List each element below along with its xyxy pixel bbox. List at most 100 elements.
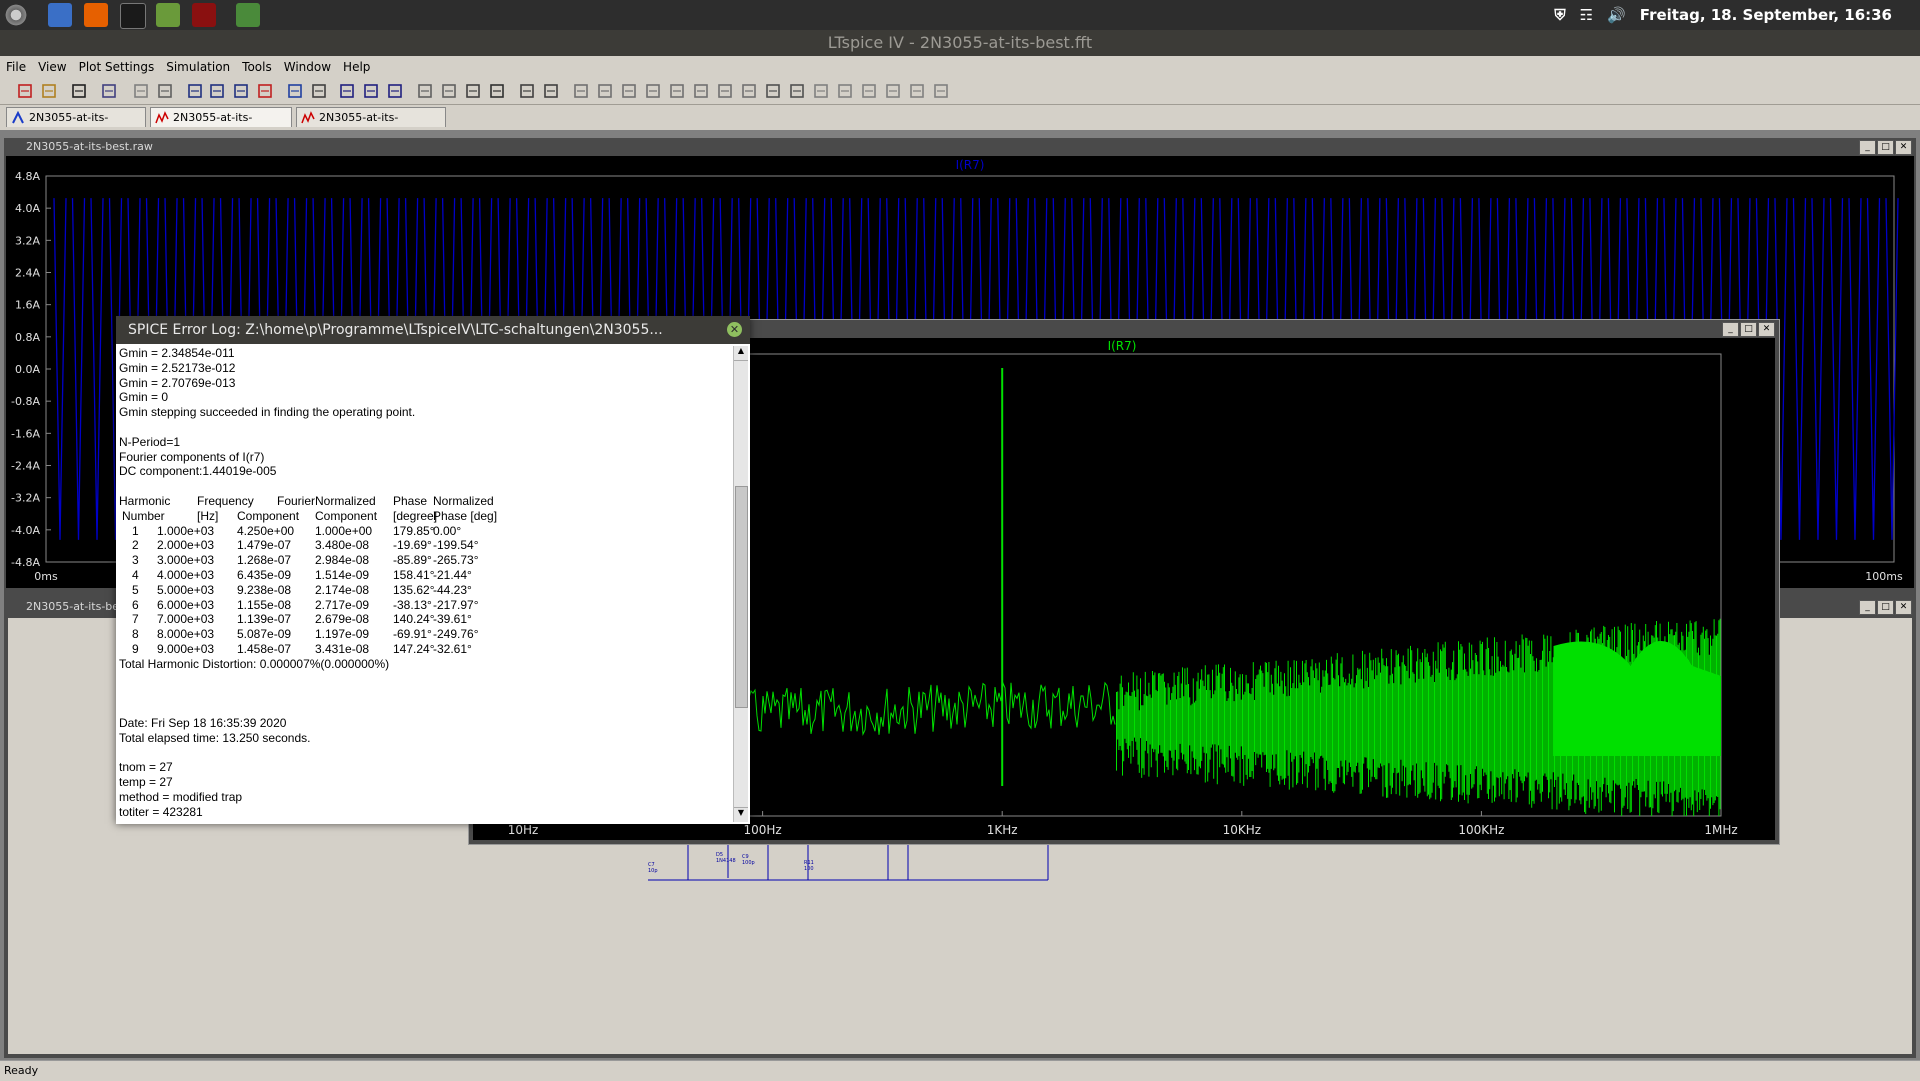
close-button[interactable]: ✕ — [1758, 322, 1775, 337]
firefox-icon[interactable] — [84, 3, 108, 27]
maximize-button[interactable]: □ — [1740, 322, 1757, 337]
tab-raw[interactable]: 2N3055-at-its-best.raw — [296, 107, 446, 144]
ground-icon[interactable] — [596, 82, 614, 100]
save-icon[interactable] — [70, 82, 88, 100]
paste-icon[interactable] — [464, 82, 482, 100]
grid-icon[interactable] — [310, 82, 328, 100]
maximize-button[interactable]: □ — [1877, 140, 1894, 155]
cascade-icon[interactable] — [386, 82, 404, 100]
spreadsheet-icon[interactable] — [236, 3, 260, 27]
harmonic-cell: 9.000e+03 — [157, 641, 215, 656]
shield-icon[interactable]: ⛨ — [1554, 6, 1565, 24]
harmonic-cell: 7.000e+03 — [157, 612, 215, 627]
print-icon[interactable] — [542, 82, 560, 100]
mail-icon[interactable] — [48, 3, 72, 27]
log-line: Date: Fri Sep 18 16:35:39 2020 — [119, 715, 287, 730]
log-line: temp = 27 — [119, 775, 173, 790]
scroll-thumb[interactable] — [735, 486, 748, 708]
header-cell: Number — [122, 508, 165, 523]
tab-fft[interactable]: 2N3055-at-its-best.fft — [150, 107, 292, 144]
x-tick-label: 1KHz — [987, 823, 1018, 837]
tab-asc[interactable]: 2N3055-at-its-best.asc — [6, 107, 146, 144]
control-panel-icon[interactable] — [100, 82, 118, 100]
redo-icon[interactable] — [836, 82, 854, 100]
open-icon[interactable] — [40, 82, 58, 100]
maximize-button[interactable]: □ — [1877, 600, 1894, 615]
close-button[interactable]: ✕ — [1895, 600, 1912, 615]
find-icon[interactable] — [488, 82, 506, 100]
scroll-up-button[interactable]: ▲ — [734, 346, 748, 361]
zoom-in-icon[interactable] — [186, 82, 204, 100]
autorange-icon[interactable] — [286, 82, 304, 100]
wire-icon[interactable] — [572, 82, 590, 100]
run-icon[interactable] — [132, 82, 150, 100]
menu-help[interactable]: Help — [337, 56, 376, 74]
harmonic-cell: 2.679e-08 — [315, 612, 370, 627]
spice-directive-icon[interactable] — [932, 82, 950, 100]
settings-gear-icon[interactable] — [4, 3, 28, 27]
harmonic-row: 5 5.000e+03 9.238e-08 2.174e-08 135.62° -44.2… — [119, 583, 729, 598]
fft-trace-label[interactable]: I(R7) — [1108, 339, 1137, 353]
harmonic-row: 3 3.000e+03 1.268e-07 2.984e-08 -85.89° -265.… — [119, 553, 729, 568]
close-button[interactable]: ✕ — [1895, 140, 1912, 155]
close-icon[interactable]: ✕ — [727, 322, 742, 337]
menu-file[interactable]: File — [0, 56, 32, 74]
halt-icon[interactable] — [156, 82, 174, 100]
terminal-icon[interactable] — [120, 3, 146, 29]
print-setup-icon[interactable] — [518, 82, 536, 100]
menu-simulation[interactable]: Simulation — [160, 56, 236, 74]
undo-icon[interactable] — [812, 82, 830, 100]
mirror-icon[interactable] — [884, 82, 902, 100]
rotate-icon[interactable] — [860, 82, 878, 100]
files-folder-icon[interactable] — [156, 3, 180, 27]
drag-icon[interactable] — [788, 82, 806, 100]
move-icon[interactable] — [764, 82, 782, 100]
harmonic-cell: 2 — [132, 538, 139, 553]
harmonic-cell: -39.61° — [433, 612, 472, 627]
cut-icon[interactable] — [416, 82, 434, 100]
minimize-button[interactable]: _ — [1859, 140, 1876, 155]
menu-tools[interactable]: Tools — [236, 56, 278, 74]
header-cell: Component — [237, 508, 300, 523]
y-tick-label: -4.0A — [11, 524, 40, 537]
schematic-label: 100 — [804, 866, 814, 872]
harmonic-cell: -85.89° — [393, 553, 432, 568]
diode-icon[interactable] — [716, 82, 734, 100]
network-icon[interactable]: ☶ — [1580, 6, 1593, 24]
header-cell: Phase [deg] — [433, 508, 498, 523]
waveform-icon — [155, 111, 169, 125]
scroll-down-button[interactable]: ▼ — [734, 807, 748, 822]
inductor-icon[interactable] — [692, 82, 710, 100]
ltspice-icon[interactable] — [192, 3, 216, 27]
component-icon[interactable] — [740, 82, 758, 100]
harmonic-cell: 3.000e+03 — [157, 553, 215, 568]
capacitor-icon[interactable] — [668, 82, 686, 100]
spice-error-log-window[interactable]: SPICE Error Log: Z:\home\p\Programme\LTs… — [116, 316, 750, 824]
menu-plot-settings[interactable]: Plot Settings — [73, 56, 161, 74]
harmonic-row: 4 4.000e+03 6.435e-09 1.514e-09 158.41° -21.4… — [119, 568, 729, 583]
menu-view[interactable]: View — [32, 56, 72, 74]
new-schematic-icon[interactable] — [16, 82, 34, 100]
y-tick-label: 0.8A — [15, 331, 40, 344]
error-log-scrollbar[interactable]: ▲ ▼ — [733, 346, 748, 822]
menu-window[interactable]: Window — [278, 56, 337, 74]
copy-icon[interactable] — [440, 82, 458, 100]
tile-horizontal-icon[interactable] — [338, 82, 356, 100]
zoom-full-icon[interactable] — [232, 82, 250, 100]
zoom-cancel-icon[interactable] — [256, 82, 274, 100]
raw-window-title: 2N3055-at-its-best.raw — [26, 140, 153, 153]
harmonic-cell: 1.000e+03 — [157, 523, 215, 538]
text-icon[interactable] — [908, 82, 926, 100]
tile-vertical-icon[interactable] — [362, 82, 380, 100]
label-icon[interactable] — [620, 82, 638, 100]
zoom-out-icon[interactable] — [208, 82, 226, 100]
toolbar — [0, 78, 1920, 105]
clock[interactable]: Freitag, 18. September, 16:36 — [1640, 6, 1892, 24]
volume-icon[interactable]: 🔊 — [1607, 6, 1626, 24]
minimize-button[interactable]: _ — [1722, 322, 1739, 337]
raw-trace-label[interactable]: I(R7) — [956, 158, 985, 172]
header-cell: [Hz] — [197, 508, 219, 523]
resistor-icon[interactable] — [644, 82, 662, 100]
minimize-button[interactable]: _ — [1859, 600, 1876, 615]
